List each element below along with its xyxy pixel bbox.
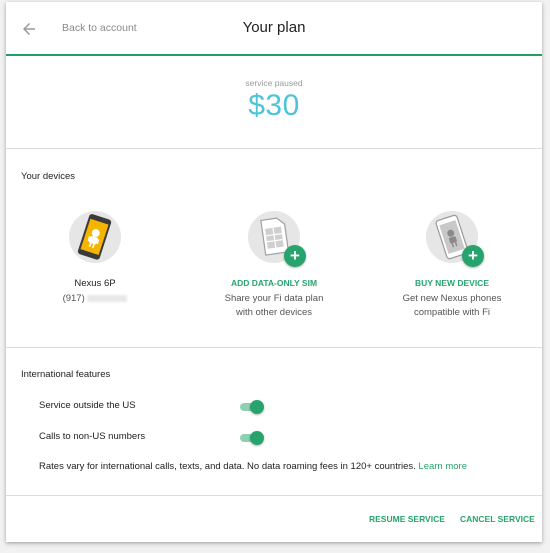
device-number: (917) — [20, 293, 170, 304]
service-outside-us-label: Service outside the US — [39, 400, 136, 411]
buy-new-device-link[interactable]: BUY NEW DEVICE — [377, 278, 527, 288]
data-sim-desc-line2: with other devices — [235, 307, 313, 318]
learn-more-link[interactable]: Learn more — [418, 461, 467, 472]
toggle-knob — [250, 400, 264, 414]
plan-card: Back to account Your plan service paused… — [6, 2, 542, 542]
service-outside-us-toggle[interactable] — [240, 400, 264, 414]
buy-new-device-option: + BUY NEW DEVICE Get new Nexus phones co… — [377, 211, 527, 320]
data-sim-description: Share your Fi data plan with other devic… — [199, 292, 349, 320]
service-status: service paused — [245, 78, 303, 88]
device-name: Nexus 6P — [74, 278, 116, 289]
calls-non-us-toggle[interactable] — [240, 431, 264, 445]
add-data-sim-link[interactable]: ADD DATA-ONLY SIM — [199, 278, 349, 288]
buy-device-desc-line2: compatible with Fi — [413, 307, 491, 318]
plan-summary: service paused $30 — [6, 56, 542, 149]
plan-price: $30 — [248, 89, 300, 122]
buy-device-desc-line1: Get new Nexus phones — [402, 293, 502, 304]
calls-non-us-label: Calls to non-US numbers — [39, 431, 146, 442]
plus-icon[interactable]: + — [284, 245, 306, 267]
international-section: International features Service outside t… — [6, 348, 542, 496]
header: Back to account Your plan — [6, 2, 542, 56]
devices-section-title: Your devices — [21, 171, 76, 182]
buy-device-description: Get new Nexus phones compatible with Fi — [377, 292, 527, 320]
data-sim-desc-line1: Share your Fi data plan — [224, 293, 324, 304]
plus-icon[interactable]: + — [462, 245, 484, 267]
device-number-prefix: (917) — [62, 293, 85, 304]
cancel-service-button[interactable]: CANCEL SERVICE — [460, 514, 535, 524]
device-nexus-6p: Nexus 6P (917) — [20, 211, 170, 304]
add-data-sim-option: + ADD DATA-ONLY SIM Share your Fi data p… — [199, 211, 349, 320]
toggle-knob — [250, 431, 264, 445]
redacted-number — [87, 294, 128, 302]
phone-icon — [69, 211, 121, 263]
resume-service-button[interactable]: RESUME SERVICE — [369, 514, 445, 524]
rates-note: Rates vary for international calls, text… — [39, 461, 467, 472]
rates-note-text: Rates vary for international calls, text… — [39, 461, 416, 472]
devices-section: Your devices Nexus 6P (917) + ADD DATA-O… — [6, 149, 542, 348]
page-title: Your plan — [242, 19, 306, 36]
international-section-title: International features — [21, 369, 111, 380]
